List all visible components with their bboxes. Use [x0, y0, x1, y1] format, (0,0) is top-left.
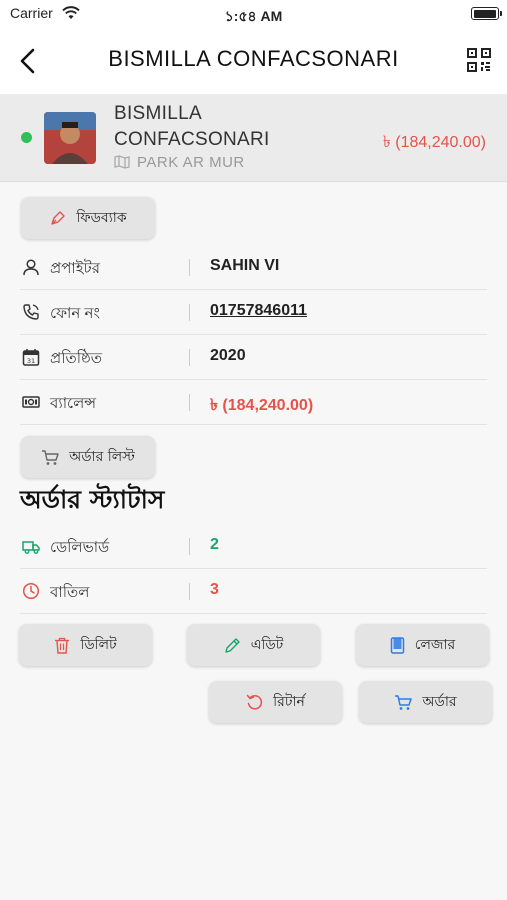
pencil-icon: [225, 637, 240, 653]
header-balance: ৳ (184,240.00): [382, 134, 486, 151]
ledger-button[interactable]: লেজার: [356, 624, 489, 666]
detail-label: প্রপাইটর: [50, 260, 100, 277]
detail-row-phone: ফোন নং 01757846011: [20, 290, 487, 335]
phone-icon: [23, 304, 39, 320]
feedback-button[interactable]: ফিডব্যাক: [21, 197, 155, 239]
shop-name: BISMILLA CONFACSONARI: [114, 103, 270, 150]
book-icon: [390, 636, 405, 654]
detail-row-balance: ব্যালেন্স ৳ (184,240.00): [20, 380, 487, 425]
status-row-delivered: ডেলিভার্ড 2: [20, 524, 487, 569]
status-label: ডেলিভার্ড: [50, 539, 110, 556]
status-label: বাতিল: [50, 584, 90, 601]
cart-icon: [395, 694, 413, 710]
svg-text:31: 31: [27, 357, 35, 365]
cash-icon: [22, 396, 40, 408]
shop-location-label: PARK AR MUR: [137, 154, 245, 171]
avatar: [44, 112, 96, 164]
truck-icon: [22, 541, 40, 554]
pen-icon: [51, 210, 66, 225]
order-button[interactable]: অর্ডার: [359, 681, 492, 723]
delete-button[interactable]: ডিলিট: [19, 624, 152, 666]
divider: [189, 394, 190, 411]
return-button[interactable]: রিটার্ন: [209, 681, 342, 723]
status-bar: Carrier ১:৫৪ AM: [0, 0, 507, 30]
calendar-icon: 31: [22, 349, 40, 366]
map-icon: [114, 155, 130, 169]
navigation-bar: BISMILLA CONFACSONARI: [0, 30, 507, 94]
balance-value: ৳ (184,240.00): [210, 397, 314, 414]
divider: [189, 538, 190, 555]
detail-label: প্রতিষ্ঠিত: [50, 350, 103, 367]
detail-label: ফোন নং: [50, 305, 100, 322]
detail-row-proprietor: প্রপাইটর SAHIN VI: [20, 245, 487, 290]
divider: [189, 304, 190, 321]
order-list-button[interactable]: অর্ডার লিস্ট: [21, 436, 155, 478]
order-status-title: অর্ডার স্ট্যাটাস: [20, 485, 165, 514]
page-title: BISMILLA CONFACSONARI: [108, 46, 399, 71]
user-icon: [23, 259, 39, 276]
order-list-button-label: অর্ডার লিস্ট: [69, 449, 135, 465]
shop-header-card: BISMILLA CONFACSONARI PARK AR MUR ৳ (184…: [0, 94, 507, 182]
delivered-count: 2: [210, 536, 219, 553]
undo-icon: [246, 694, 263, 709]
detail-row-established: 31 প্রতিষ্ঠিত 2020: [20, 335, 487, 380]
divider: [189, 259, 190, 276]
clock-icon: [22, 582, 40, 600]
order-button-label: অর্ডার: [422, 694, 457, 710]
cart-icon: [42, 449, 59, 465]
cancelled-count: 3: [210, 581, 219, 598]
qr-code-icon[interactable]: [467, 48, 491, 72]
divider: [189, 583, 190, 600]
phone-number-link[interactable]: 01757846011: [210, 302, 307, 320]
status-row-cancelled: বাতিল 3: [20, 569, 487, 614]
clock-time: ১:৫৪ AM: [224, 8, 283, 24]
detail-label: ব্যালেন্স: [50, 395, 97, 412]
divider: [189, 349, 190, 366]
delete-button-label: ডিলিট: [80, 637, 117, 653]
edit-button[interactable]: এডিট: [187, 624, 320, 666]
edit-button-label: এডিট: [250, 637, 284, 653]
online-status-dot: [21, 132, 32, 143]
back-arrow-icon[interactable]: [14, 46, 44, 76]
proprietor-value: SAHIN VI: [210, 257, 280, 274]
ledger-button-label: লেজার: [414, 637, 456, 653]
trash-icon: [55, 637, 70, 654]
battery-icon: [471, 7, 502, 20]
shop-location: PARK AR MUR: [114, 154, 245, 171]
established-value: 2020: [210, 347, 246, 364]
feedback-button-label: ফিডব্যাক: [76, 210, 127, 226]
return-button-label: রিটার্ন: [273, 694, 305, 710]
